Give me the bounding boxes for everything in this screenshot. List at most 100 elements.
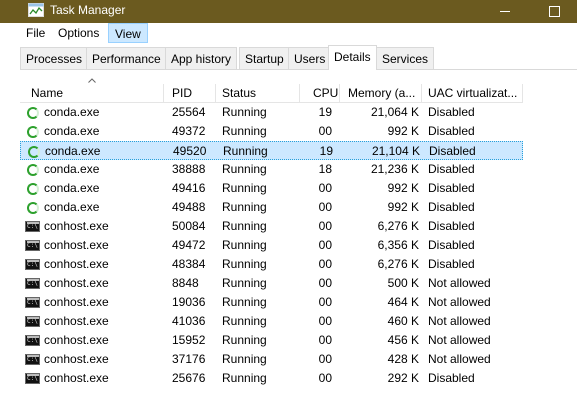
column-header-row: Name PID Status CPU Memory (a... UAC vir… [20, 84, 523, 103]
process-uac: Disabled [428, 162, 475, 176]
process-memory: 460 K [387, 314, 419, 328]
process-name: conhost.exe [44, 333, 109, 347]
process-uac: Disabled [428, 181, 475, 195]
process-status: Running [222, 238, 267, 252]
process-memory: 992 K [387, 124, 419, 138]
menu-file[interactable]: File [20, 23, 51, 43]
process-name: conhost.exe [44, 314, 109, 328]
menu-bar: File Options View [0, 23, 577, 43]
process-status: Running [222, 105, 267, 119]
conda-icon [27, 202, 39, 214]
process-row[interactable]: conhost.exe 19036 Running 00 464 K Not allowe… [20, 293, 523, 312]
process-row[interactable]: conda.exe 25564 Running 19 21,064 K Disabled [20, 103, 523, 122]
process-cpu: 19 [318, 105, 332, 119]
process-name: conda.exe [44, 105, 100, 119]
tab-services[interactable]: Services [376, 47, 435, 69]
column-header-pid[interactable]: PID [164, 84, 216, 102]
column-header-memory[interactable]: Memory (a... [340, 84, 422, 102]
process-row[interactable]: conda.exe 49416 Running 00 992 K Disabled [20, 179, 523, 198]
process-pid: 48384 [172, 257, 206, 271]
minimize-button[interactable] [482, 0, 528, 23]
process-row[interactable]: conhost.exe 49472 Running 00 6,356 K Disabled [20, 236, 523, 255]
process-uac: Not allowed [428, 352, 491, 366]
conda-icon [27, 126, 39, 138]
process-uac: Disabled [428, 219, 475, 233]
menu-view[interactable]: View [108, 23, 148, 43]
process-uac: Not allowed [428, 295, 491, 309]
process-memory: 992 K [387, 200, 419, 214]
process-row[interactable]: conda.exe 38888 Running 18 21,236 K Disabled [20, 160, 523, 179]
console-icon [25, 316, 40, 327]
process-row[interactable]: conda.exe 49520 Running 19 21,104 K Disabled [20, 141, 523, 160]
process-cpu: 00 [318, 276, 332, 290]
conda-icon [27, 183, 39, 195]
process-row[interactable]: conhost.exe 15952 Running 00 456 K Not allowe… [20, 331, 523, 350]
process-row[interactable]: conda.exe 49488 Running 00 992 K Disabled [20, 198, 523, 217]
process-memory: 21,064 K [370, 105, 419, 119]
console-icon [25, 278, 40, 289]
process-pid: 25676 [172, 371, 206, 385]
column-header-name[interactable]: Name [20, 84, 164, 102]
process-name: conhost.exe [44, 238, 109, 252]
process-status: Running [222, 257, 267, 271]
process-row[interactable]: conhost.exe 48384 Running 00 6,276 K Disabled [20, 255, 523, 274]
details-panel: Name PID Status CPU Memory (a... UAC vir… [20, 70, 577, 398]
process-pid: 49372 [172, 124, 206, 138]
process-pid: 25564 [172, 105, 206, 119]
console-icon [25, 373, 40, 384]
process-cpu: 18 [318, 162, 332, 176]
process-memory: 6,276 K [377, 257, 419, 271]
process-memory: 992 K [387, 181, 419, 195]
column-header-status[interactable]: Status [216, 84, 300, 102]
process-status: Running [222, 181, 267, 195]
process-row[interactable]: conhost.exe 37176 Running 00 428 K Not allowe… [20, 350, 523, 369]
process-cpu: 19 [319, 144, 333, 158]
process-status: Running [222, 162, 267, 176]
process-name: conda.exe [44, 181, 100, 195]
title-bar: Task Manager [0, 0, 577, 23]
console-icon [25, 335, 40, 346]
column-header-uac-virtualization[interactable]: UAC virtualizat... [422, 84, 523, 102]
process-pid: 50084 [172, 219, 206, 233]
process-uac: Disabled [428, 371, 475, 385]
process-pid: 19036 [172, 295, 206, 309]
process-memory: 456 K [387, 333, 419, 347]
process-name: conhost.exe [44, 219, 109, 233]
process-memory: 428 K [387, 352, 419, 366]
process-list: conda.exe 25564 Running 19 21,064 K Disabled c… [20, 103, 523, 388]
tab-performance[interactable]: Performance [86, 47, 167, 69]
process-name: conhost.exe [44, 352, 109, 366]
column-header-cpu[interactable]: CPU [300, 84, 340, 102]
tab-startup[interactable]: Startup [239, 47, 290, 69]
process-name: conhost.exe [44, 371, 109, 385]
process-row[interactable]: conhost.exe 41036 Running 00 460 K Not allowe… [20, 312, 523, 331]
process-uac: Not allowed [428, 276, 491, 290]
process-status: Running [222, 333, 267, 347]
process-uac: Disabled [428, 105, 475, 119]
process-status: Running [222, 352, 267, 366]
tab-processes[interactable]: Processes [20, 47, 89, 69]
console-icon [25, 259, 40, 270]
process-name: conda.exe [45, 144, 101, 158]
conda-icon [27, 164, 39, 176]
tab-details[interactable]: Details [328, 45, 377, 70]
sort-ascending-icon [88, 78, 96, 83]
process-row[interactable]: conda.exe 49372 Running 00 992 K Disabled [20, 122, 523, 141]
menu-options[interactable]: Options [52, 23, 105, 43]
process-status: Running [222, 276, 267, 290]
process-cpu: 00 [318, 238, 332, 252]
process-uac: Disabled [428, 124, 475, 138]
process-row[interactable]: conhost.exe 8848 Running 00 500 K Not allowed [20, 274, 523, 293]
process-status: Running [223, 144, 268, 158]
process-name: conhost.exe [44, 295, 109, 309]
process-memory: 21,104 K [371, 144, 420, 158]
console-icon [25, 240, 40, 251]
tab-users[interactable]: Users [288, 47, 332, 69]
maximize-button[interactable] [531, 0, 577, 23]
tab-app-history[interactable]: App history [165, 47, 238, 69]
process-row[interactable]: conhost.exe 50084 Running 00 6,276 K Disabled [20, 217, 523, 236]
process-pid: 49472 [172, 238, 206, 252]
process-row[interactable]: conhost.exe 25676 Running 00 292 K Disabled [20, 369, 523, 388]
process-cpu: 00 [318, 200, 332, 214]
process-uac: Disabled [428, 257, 475, 271]
